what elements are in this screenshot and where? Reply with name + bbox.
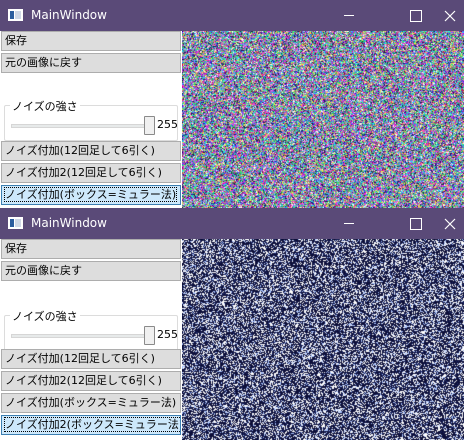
noise-strength-value: 255 [157,328,178,341]
window-title: MainWindow [31,216,107,230]
close-icon[interactable] [438,208,464,239]
main-window-2: MainWindow 保存 元の画像に戻す ノイズの強さ 255 ノイズ付加(1… [0,208,464,440]
noise-strength-group: ノイズの強さ 255 [4,308,178,351]
maximize-icon[interactable] [392,208,438,239]
main-window-1: MainWindow 保存 元の画像に戻す ノイズの強さ 255 ノイズ付加(1… [0,0,464,208]
noise-strength-label: ノイズの強さ [10,98,80,114]
add-noise-2-box-muller-label: ノイズ付加2(ボックス=ミュラー法) [3,417,180,432]
add-noise-2-button[interactable]: ノイズ付加2(12回足して6引く) [1,371,181,391]
restore-original-button[interactable]: 元の画像に戻す [1,53,181,73]
save-button[interactable]: 保存 [1,239,181,259]
noise-image-canvas [182,31,464,208]
add-noise-button[interactable]: ノイズ付加(12回足して6引く) [1,349,181,369]
window-title: MainWindow [31,8,107,22]
noise-strength-value: 255 [157,118,178,131]
noise-strength-group: ノイズの強さ 255 [4,98,178,141]
control-panel: 保存 元の画像に戻す ノイズの強さ 255 ノイズ付加(12回足して6引く) ノ… [0,239,182,440]
save-button[interactable]: 保存 [1,31,181,51]
close-icon[interactable] [438,0,464,31]
control-panel: 保存 元の画像に戻す ノイズの強さ 255 ノイズ付加(12回足して6引く) ノ… [0,31,182,208]
add-noise-button[interactable]: ノイズ付加(12回足して6引く) [1,141,181,161]
app-icon [8,9,23,21]
noise-strength-slider-track[interactable] [11,124,151,128]
add-noise-box-muller-button[interactable]: ノイズ付加(ボックス=ミュラー法) [1,185,181,205]
noise-strength-label: ノイズの強さ [10,308,80,324]
app-icon [8,217,23,229]
minimize-icon[interactable] [326,0,372,31]
add-noise-box-muller-button[interactable]: ノイズ付加(ボックス=ミュラー法) [1,393,181,413]
noise-strength-slider-thumb[interactable] [144,116,155,135]
noise-image [182,31,464,208]
add-noise-2-button[interactable]: ノイズ付加2(12回足して6引く) [1,163,181,183]
title-bar[interactable]: MainWindow [0,0,464,31]
maximize-icon[interactable] [392,0,438,31]
noise-strength-slider-thumb[interactable] [144,326,155,345]
add-noise-2-box-muller-button[interactable]: ノイズ付加2(ボックス=ミュラー法) [1,415,181,435]
noise-image-canvas [182,239,464,440]
add-noise-box-muller-label: ノイズ付加(ボックス=ミュラー法) [3,187,178,202]
noise-image [182,239,464,440]
restore-original-button[interactable]: 元の画像に戻す [1,261,181,281]
title-bar[interactable]: MainWindow [0,208,464,239]
minimize-icon[interactable] [326,208,372,239]
noise-strength-slider-track[interactable] [11,334,151,338]
